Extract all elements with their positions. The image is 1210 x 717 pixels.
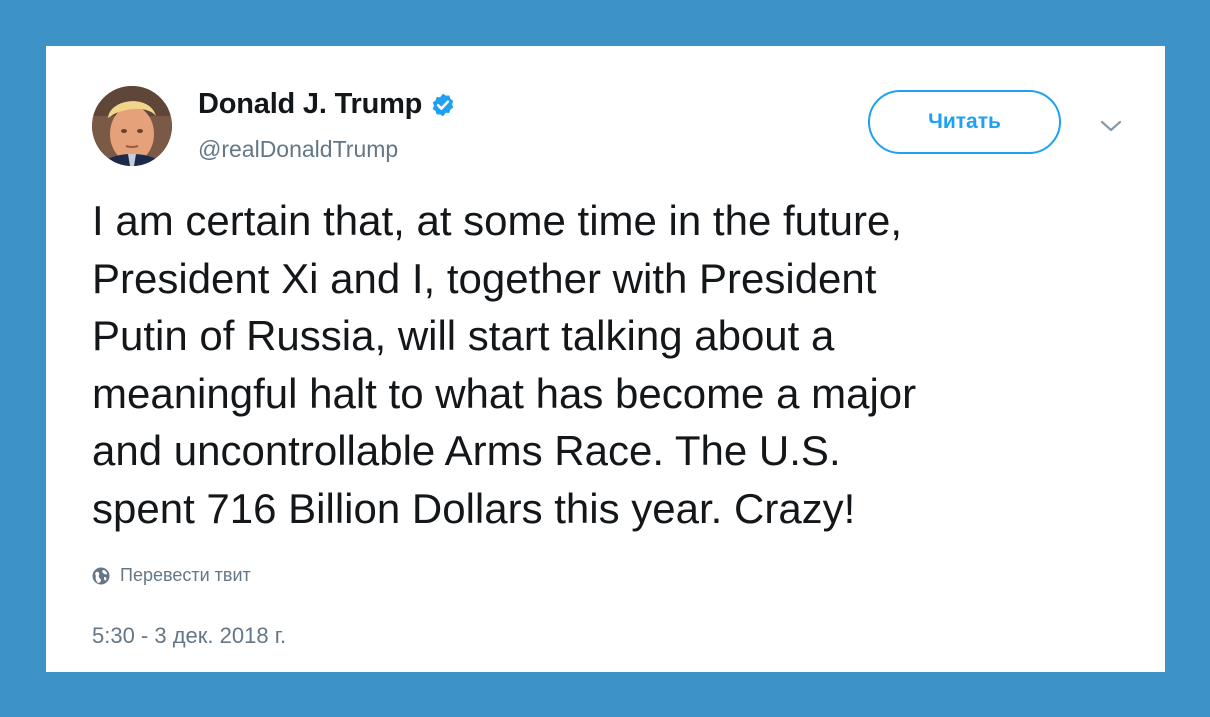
tweet-timestamp[interactable]: 5:30 - 3 дек. 2018 г. (92, 623, 286, 649)
tweet-card: Donald J. Trump @realDonaldTrump Читать … (46, 46, 1165, 672)
profile-photo-icon (92, 86, 172, 166)
author-name-row: Donald J. Trump (198, 88, 456, 121)
globe-icon (92, 567, 110, 584)
translate-tweet-link[interactable]: Перевести твит (92, 565, 251, 586)
chevron-down-icon[interactable] (1098, 118, 1124, 134)
follow-button[interactable]: Читать (868, 90, 1061, 154)
author-display-name[interactable]: Donald J. Trump (198, 88, 422, 121)
tweet-text: I am certain that, at some time in the f… (92, 197, 917, 532)
avatar[interactable] (92, 86, 172, 166)
translate-tweet-label: Перевести твит (120, 565, 251, 585)
verified-badge-icon (433, 93, 454, 116)
author-handle[interactable]: @realDonaldTrump (198, 136, 398, 163)
